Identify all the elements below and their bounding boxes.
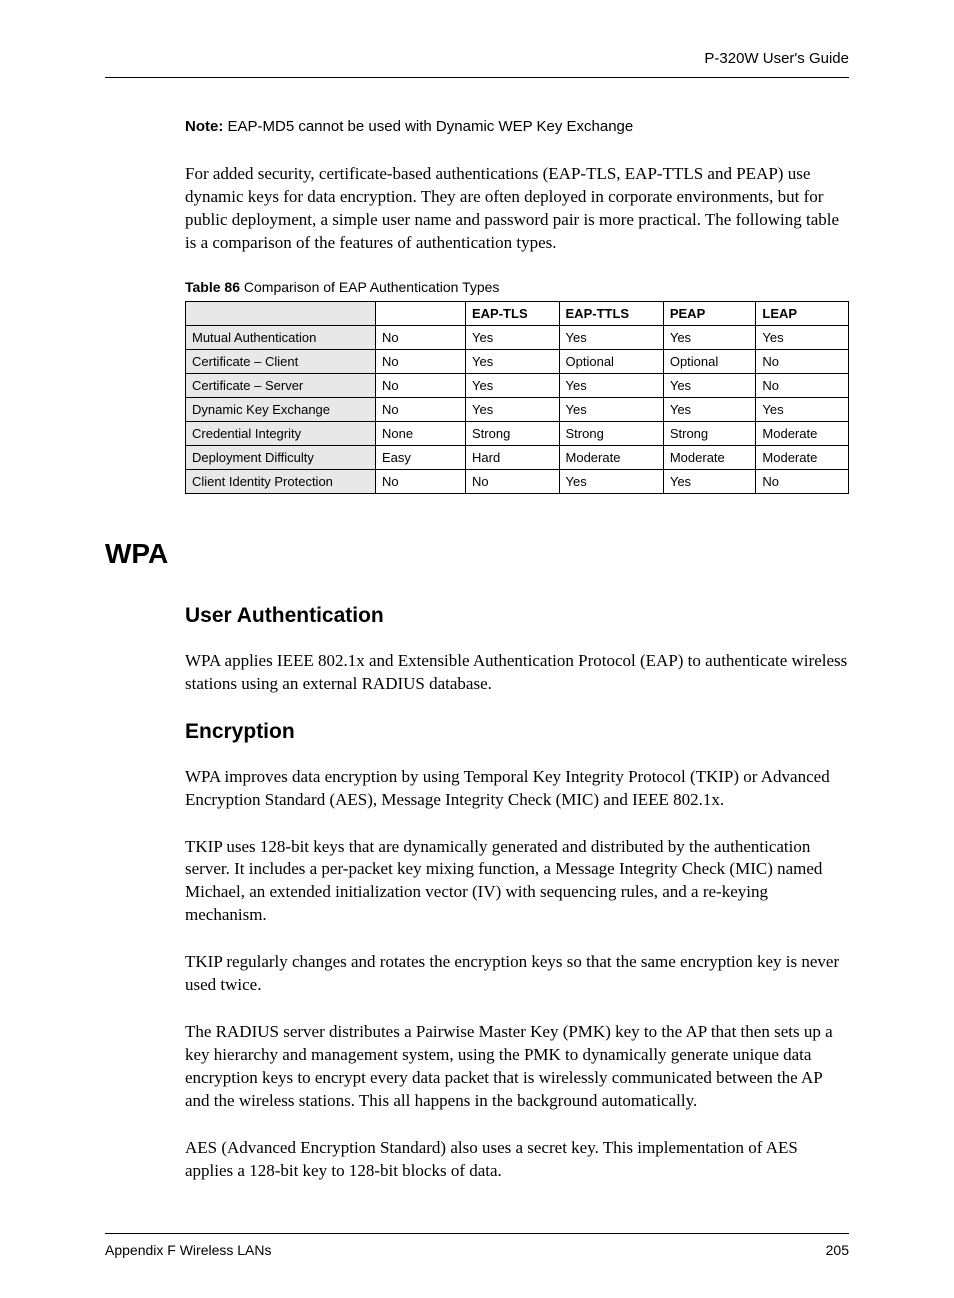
para-user-auth: WPA applies IEEE 802.1x and Extensible A… bbox=[185, 650, 849, 696]
table-cell: Certificate – Client bbox=[186, 349, 376, 373]
table-cell: Yes bbox=[663, 397, 756, 421]
table-cell: Certificate – Server bbox=[186, 373, 376, 397]
table-cell: Mutual Authentication bbox=[186, 325, 376, 349]
table-cell: No bbox=[466, 469, 560, 493]
table-header bbox=[376, 301, 466, 325]
table-cell: Optional bbox=[663, 349, 756, 373]
intro-paragraph: For added security, certificate-based au… bbox=[185, 163, 849, 255]
table-cell: Moderate bbox=[756, 445, 849, 469]
table-cell: Yes bbox=[466, 397, 560, 421]
table-cell: No bbox=[376, 325, 466, 349]
table-cell: No bbox=[376, 373, 466, 397]
para-encryption: TKIP uses 128-bit keys that are dynamica… bbox=[185, 836, 849, 928]
table-row: Credential IntegrityNoneStrongStrongStro… bbox=[186, 421, 849, 445]
footer-left: Appendix F Wireless LANs bbox=[105, 1242, 272, 1258]
table-cell: Yes bbox=[559, 397, 663, 421]
table-cell: No bbox=[376, 349, 466, 373]
table-cell: Yes bbox=[663, 469, 756, 493]
table-cell: Strong bbox=[663, 421, 756, 445]
table-cell: Moderate bbox=[663, 445, 756, 469]
table-cell: Yes bbox=[466, 325, 560, 349]
table-cell: Deployment Difficulty bbox=[186, 445, 376, 469]
table-cell: Client Identity Protection bbox=[186, 469, 376, 493]
table-header: PEAP bbox=[663, 301, 756, 325]
para-encryption: WPA improves data encryption by using Te… bbox=[185, 766, 849, 812]
table-cell: Yes bbox=[663, 373, 756, 397]
table-header-row: EAP-TLS EAP-TTLS PEAP LEAP bbox=[186, 301, 849, 325]
table-cell: Optional bbox=[559, 349, 663, 373]
footer-page-number: 205 bbox=[826, 1242, 849, 1258]
eap-comparison-table: EAP-TLS EAP-TTLS PEAP LEAP Mutual Authen… bbox=[185, 301, 849, 494]
para-encryption: The RADIUS server distributes a Pairwise… bbox=[185, 1021, 849, 1113]
table-cell: Yes bbox=[559, 325, 663, 349]
para-encryption: AES (Advanced Encryption Standard) also … bbox=[185, 1137, 849, 1183]
table-header bbox=[186, 301, 376, 325]
table-title: Comparison of EAP Authentication Types bbox=[240, 279, 499, 295]
table-caption: Table 86 Comparison of EAP Authenticatio… bbox=[185, 279, 849, 295]
heading-encryption: Encryption bbox=[185, 720, 849, 744]
table-row: Client Identity ProtectionNoNoYesYesNo bbox=[186, 469, 849, 493]
header-guide-title: P-320W User's Guide bbox=[105, 50, 849, 78]
table-row: Deployment DifficultyEasyHardModerateMod… bbox=[186, 445, 849, 469]
table-cell: Yes bbox=[466, 349, 560, 373]
table-number: Table 86 bbox=[185, 279, 240, 295]
table-cell: No bbox=[376, 397, 466, 421]
table-cell: No bbox=[376, 469, 466, 493]
table-row: Certificate – ServerNoYesYesYesNo bbox=[186, 373, 849, 397]
table-header: EAP-TTLS bbox=[559, 301, 663, 325]
note-text: EAP-MD5 cannot be used with Dynamic WEP … bbox=[223, 118, 633, 135]
table-cell: No bbox=[756, 373, 849, 397]
table-header: EAP-TLS bbox=[466, 301, 560, 325]
table-cell: Credential Integrity bbox=[186, 421, 376, 445]
page-footer: Appendix F Wireless LANs 205 bbox=[105, 1233, 849, 1258]
table-cell: Moderate bbox=[559, 445, 663, 469]
table-row: Mutual AuthenticationNoYesYesYesYes bbox=[186, 325, 849, 349]
para-encryption: TKIP regularly changes and rotates the e… bbox=[185, 951, 849, 997]
table-cell: Easy bbox=[376, 445, 466, 469]
table-cell: Dynamic Key Exchange bbox=[186, 397, 376, 421]
note-label: Note: bbox=[185, 118, 223, 135]
table-header: LEAP bbox=[756, 301, 849, 325]
table-cell: Yes bbox=[663, 325, 756, 349]
table-cell: None bbox=[376, 421, 466, 445]
table-row: Dynamic Key ExchangeNoYesYesYesYes bbox=[186, 397, 849, 421]
table-cell: Yes bbox=[756, 397, 849, 421]
table-cell: Moderate bbox=[756, 421, 849, 445]
note-line: Note: EAP-MD5 cannot be used with Dynami… bbox=[185, 118, 849, 135]
heading-wpa: WPA bbox=[105, 538, 849, 570]
table-cell: Yes bbox=[559, 373, 663, 397]
table-cell: Strong bbox=[466, 421, 560, 445]
table-cell: Yes bbox=[756, 325, 849, 349]
table-cell: Strong bbox=[559, 421, 663, 445]
table-cell: No bbox=[756, 349, 849, 373]
table-row: Certificate – ClientNoYesOptionalOptiona… bbox=[186, 349, 849, 373]
table-cell: Hard bbox=[466, 445, 560, 469]
table-cell: Yes bbox=[466, 373, 560, 397]
heading-user-authentication: User Authentication bbox=[185, 604, 849, 628]
table-cell: Yes bbox=[559, 469, 663, 493]
table-cell: No bbox=[756, 469, 849, 493]
